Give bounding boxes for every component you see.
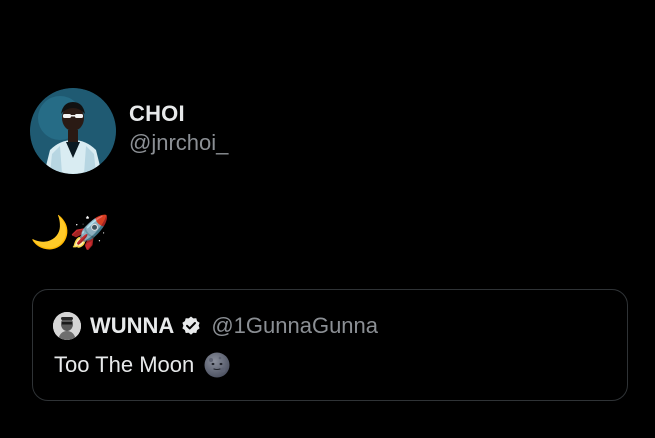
quoted-tweet-text: Too The Moon — [54, 352, 195, 377]
author-avatar[interactable] — [30, 88, 116, 174]
quoted-tweet[interactable]: WUNNA @1GunnaGunna Too The Moon — [32, 289, 628, 401]
author-display-name[interactable]: CHOI — [129, 101, 228, 127]
author-handle[interactable]: @jnrchoi_ — [129, 129, 228, 157]
author-names: CHOI @jnrchoi_ — [129, 101, 228, 157]
quoted-tweet-header: WUNNA @1GunnaGunna — [53, 312, 378, 340]
author-row: CHOI @jnrchoi_ — [30, 88, 228, 174]
tweet-card[interactable]: CHOI @jnrchoi_ 🌙🚀 WUNNA @1GunnaGunna Too… — [0, 0, 655, 438]
new-moon-face-icon — [204, 352, 230, 378]
quoted-author-handle[interactable]: @1GunnaGunna — [211, 313, 378, 339]
quoted-author-avatar[interactable] — [53, 312, 81, 340]
verified-badge-icon — [180, 315, 202, 337]
tweet-body-text: 🌙🚀 — [30, 213, 110, 251]
quoted-tweet-text-row: Too The Moon — [54, 352, 230, 378]
quoted-author-display-name[interactable]: WUNNA — [90, 313, 174, 339]
